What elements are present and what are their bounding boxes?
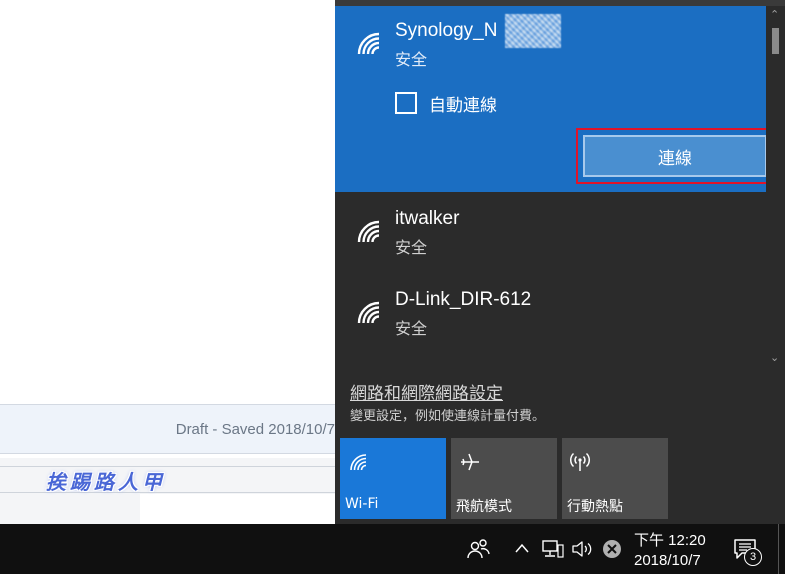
show-desktop-button[interactable]: [778, 524, 779, 574]
network-name: D-Link_DIR-612: [395, 289, 532, 310]
network-security-status: 安全: [395, 50, 428, 69]
network-settings-description: 變更設定，例如使連線計量付費。: [350, 409, 546, 424]
hotspot-tile-label: 行動熱點: [567, 499, 623, 515]
airplane-mode-tile[interactable]: 飛航模式: [451, 438, 557, 519]
network-item[interactable]: itwalker 安全: [335, 196, 766, 276]
network-list-scrollbar[interactable]: ⌃ ⌄: [766, 6, 785, 368]
network-settings-link[interactable]: 網路和網際網路設定: [350, 379, 503, 404]
network-security-status: 安全: [395, 319, 428, 338]
network-name: itwalker: [395, 208, 460, 229]
wifi-toggle-tile[interactable]: Wi-Fi: [340, 438, 446, 519]
airplane-tile-label: 飛航模式: [456, 499, 512, 515]
network-item[interactable]: D-Link_DIR-612 安全: [335, 277, 766, 357]
wifi-signal-icon: [357, 220, 380, 243]
chevron-up-icon[interactable]: ⌃: [770, 8, 779, 21]
wifi-signal-icon: [357, 301, 380, 324]
draft-saved-status: Draft - Saved 2018/10/7: [175, 421, 335, 438]
network-icon[interactable]: [541, 539, 565, 559]
mobile-hotspot-tile[interactable]: 行動熱點: [562, 438, 668, 519]
taskbar: 下午 12:20 2018/10/7 3: [0, 524, 785, 574]
background-status-bar: Draft - Saved 2018/10/7: [0, 404, 335, 454]
wifi-tile-label: Wi-Fi: [345, 496, 379, 512]
people-icon[interactable]: [466, 538, 490, 560]
redaction-mosaic: [505, 14, 561, 48]
close-icon[interactable]: [602, 539, 622, 559]
airplane-icon: [461, 453, 479, 471]
hotspot-icon: [569, 452, 591, 471]
clock-time[interactable]: 下午 12:20: [634, 529, 706, 550]
watermark-logo: 挨踢路人甲: [46, 470, 166, 494]
network-name: Synology_N: [395, 20, 498, 41]
wifi-signal-icon: [357, 32, 380, 55]
network-flyout: Synology_N 安全 自動連線 連線 itwalker 安全 D-Link…: [335, 0, 785, 524]
chevron-down-icon[interactable]: ⌄: [770, 351, 779, 364]
connect-button[interactable]: 連線: [583, 135, 767, 177]
notification-count-badge: 3: [744, 548, 762, 566]
auto-connect-option[interactable]: 自動連線: [395, 90, 497, 116]
wifi-icon: [350, 454, 367, 471]
background-panel: [140, 494, 335, 524]
auto-connect-label: 自動連線: [429, 95, 497, 116]
background-app-window: Draft - Saved 2018/10/7 挨踢路人甲: [0, 0, 335, 524]
volume-icon[interactable]: [571, 539, 595, 559]
clock-date[interactable]: 2018/10/7: [634, 552, 701, 569]
network-security-status: 安全: [395, 238, 428, 257]
scroll-thumb[interactable]: [772, 28, 779, 54]
auto-connect-checkbox[interactable]: [395, 92, 417, 114]
chevron-up-icon[interactable]: [514, 542, 530, 554]
